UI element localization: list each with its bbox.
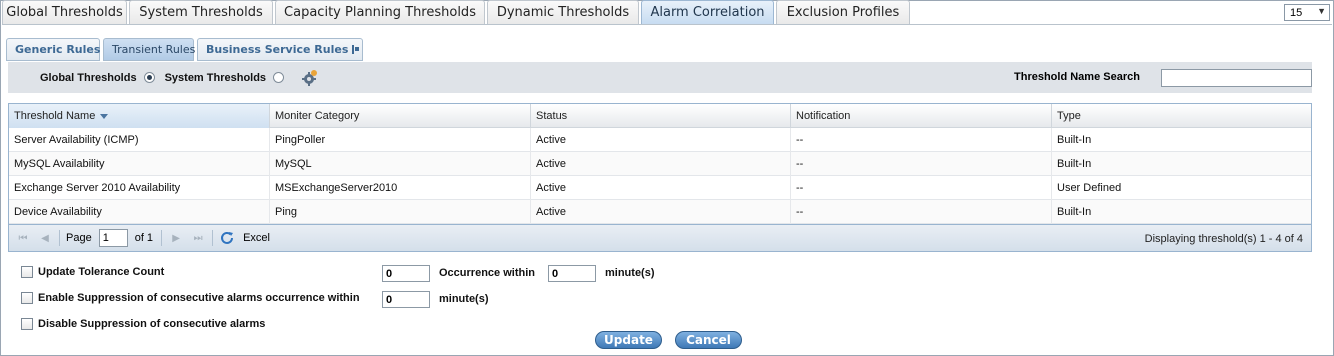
table-row[interactable]: MySQL Availability MySQL Active -- Built…: [9, 152, 1311, 176]
paging-toolbar: ⏮ ◀ Page of 1 ▶ ⏭ Excel Displaying thres…: [9, 224, 1311, 251]
tab-system-thresholds[interactable]: System Thresholds: [129, 0, 273, 24]
update-tolerance-count-input[interactable]: [382, 265, 430, 282]
pager-info: Displaying threshold(s) 1 - 4 of 4: [1144, 233, 1303, 245]
disable-suppression-checkbox[interactable]: [21, 318, 33, 330]
update-tolerance-label: Update Tolerance Count: [38, 266, 165, 278]
cell-moniter-category: Ping: [270, 200, 531, 224]
system-thresholds-label: System Thresholds: [164, 71, 267, 84]
cell-status: Active: [531, 128, 791, 152]
minutes-label: minute(s): [439, 293, 489, 305]
top-tab-bar: Global Thresholds System Thresholds Capa…: [2, 0, 1332, 25]
cell-moniter-category: PingPoller: [270, 128, 531, 152]
cell-threshold-name: Server Availability (ICMP): [9, 128, 270, 152]
cell-type: Built-In: [1057, 134, 1092, 146]
page-size-value: 15: [1290, 6, 1303, 19]
sub-tab-bar: Generic Rules Transient Rules Business S…: [6, 37, 366, 61]
global-thresholds-radio[interactable]: [143, 72, 155, 83]
column-header-type[interactable]: Type: [1052, 104, 1311, 128]
tab-business-service-rules[interactable]: Business Service Rules: [197, 38, 363, 61]
prev-page-icon[interactable]: ◀: [37, 230, 53, 246]
cell-notification: --: [791, 176, 1052, 200]
tab-alarm-correlation[interactable]: Alarm Correlation: [641, 0, 774, 24]
page-size-select[interactable]: 15 ▼: [1284, 4, 1330, 21]
last-page-icon[interactable]: ⏭: [190, 230, 206, 246]
column-header-moniter-category[interactable]: Moniter Category: [270, 104, 531, 128]
threshold-filter-bar: Global Thresholds System Thresholds Thre…: [8, 62, 1312, 93]
cell-notification: --: [791, 200, 1052, 224]
enable-suppression-option: Enable Suppression of consecutive alarms…: [21, 292, 360, 304]
table-row[interactable]: Device Availability Ping Active -- Built…: [9, 200, 1311, 224]
pager-separator: [212, 230, 214, 246]
cell-threshold-name: MySQL Availability: [9, 152, 270, 176]
cell-status: Active: [531, 200, 791, 224]
update-button[interactable]: Update: [595, 331, 662, 349]
occurrence-within-input[interactable]: [548, 265, 596, 282]
tab-dynamic-thresholds[interactable]: Dynamic Thresholds: [487, 0, 639, 24]
external-link-icon: [352, 45, 360, 54]
system-thresholds-radio[interactable]: [273, 72, 285, 83]
tab-exclusion-profiles[interactable]: Exclusion Profiles: [776, 0, 910, 24]
tab-generic-rules[interactable]: Generic Rules: [6, 38, 100, 61]
tab-transient-rules[interactable]: Transient Rules: [103, 38, 195, 61]
disable-suppression-option: Disable Suppression of consecutive alarm…: [21, 318, 265, 330]
page-number-input[interactable]: [98, 229, 128, 247]
cell-notification: --: [791, 152, 1052, 176]
minutes-label: minute(s): [605, 267, 655, 279]
sort-desc-icon: [100, 113, 109, 119]
column-header-status[interactable]: Status: [531, 104, 791, 128]
cell-threshold-name: Device Availability: [9, 200, 270, 224]
global-thresholds-label: Global Thresholds: [40, 71, 137, 84]
cell-moniter-category: MSExchangeServer2010: [270, 176, 531, 200]
enable-suppression-checkbox[interactable]: [21, 292, 33, 304]
table-row[interactable]: Exchange Server 2010 Availability MSExch…: [9, 176, 1311, 200]
cell-type: Built-In: [1057, 206, 1092, 218]
cell-type: Built-In: [1057, 158, 1092, 170]
tab-business-service-rules-label: Business Service Rules: [206, 43, 349, 56]
column-header-notification[interactable]: Notification: [791, 104, 1052, 128]
first-page-icon[interactable]: ⏮: [15, 230, 31, 246]
cell-notification: --: [791, 128, 1052, 152]
enable-suppression-label: Enable Suppression of consecutive alarms…: [38, 292, 360, 304]
cancel-button[interactable]: Cancel: [675, 331, 742, 349]
tab-global-thresholds[interactable]: Global Thresholds: [2, 0, 127, 24]
disable-suppression-label: Disable Suppression of consecutive alarm…: [38, 318, 266, 330]
column-header-threshold-name[interactable]: Threshold Name: [9, 104, 270, 128]
column-header-label: Threshold Name: [14, 110, 96, 122]
threshold-name-search-input[interactable]: [1161, 69, 1312, 87]
chevron-down-icon: ▼: [1317, 6, 1326, 16]
grid-header: Threshold Name Moniter Category Status N…: [9, 104, 1311, 128]
cell-moniter-category: MySQL: [270, 152, 531, 176]
page-label: Page: [66, 232, 92, 244]
tab-capacity-planning-thresholds[interactable]: Capacity Planning Thresholds: [275, 0, 485, 24]
update-tolerance-checkbox[interactable]: [21, 266, 33, 278]
update-tolerance-option: Update Tolerance Count: [21, 266, 164, 278]
cell-status: Active: [531, 152, 791, 176]
pager-separator: [161, 230, 163, 246]
occurrence-within-label: Occurrence within: [439, 267, 535, 279]
refresh-icon[interactable]: [219, 230, 235, 246]
page-count-label: of 1: [134, 232, 154, 244]
gear-icon[interactable]: [300, 69, 318, 87]
cell-type: User Defined: [1057, 182, 1122, 194]
excel-export-link[interactable]: Excel: [243, 232, 270, 244]
table-row[interactable]: Server Availability (ICMP) PingPoller Ac…: [9, 128, 1311, 152]
threshold-name-search-label: Threshold Name Search: [1014, 71, 1140, 83]
enable-suppression-minutes-input[interactable]: [382, 291, 430, 308]
cell-status: Active: [531, 176, 791, 200]
threshold-grid: Threshold Name Moniter Category Status N…: [8, 103, 1312, 252]
next-page-icon[interactable]: ▶: [168, 230, 184, 246]
cell-threshold-name: Exchange Server 2010 Availability: [9, 176, 270, 200]
pager-separator: [59, 230, 60, 246]
